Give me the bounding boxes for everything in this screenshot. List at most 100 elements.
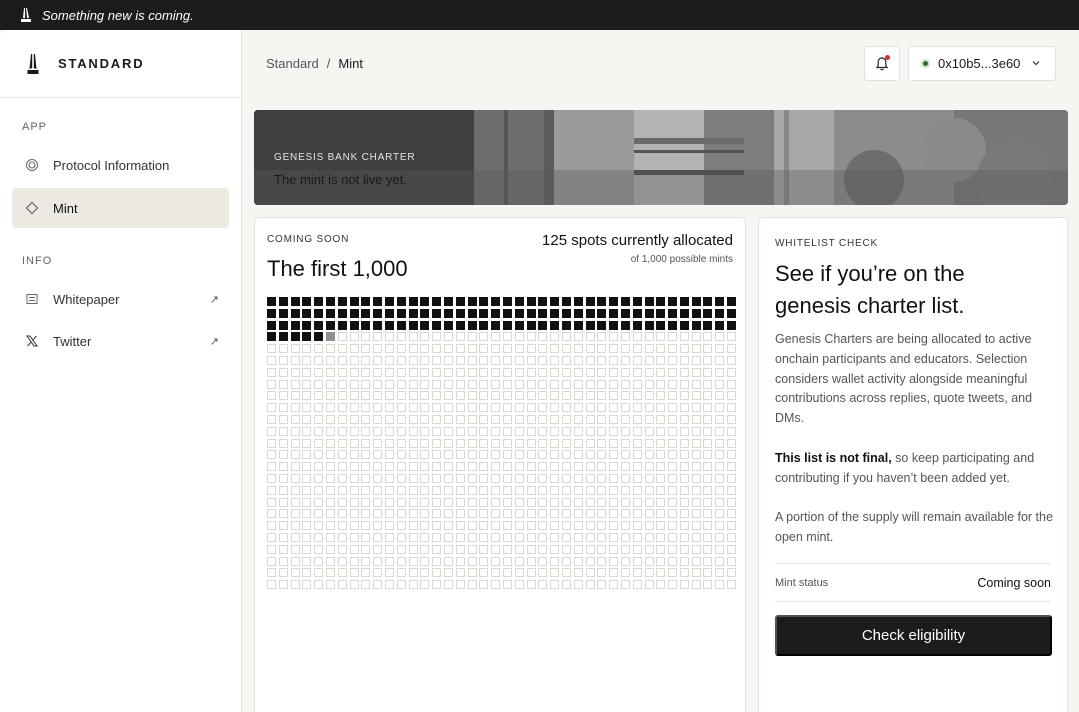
open-spot (538, 344, 548, 354)
allocated-spot (384, 297, 394, 306)
allocated-spot (325, 297, 335, 306)
open-spot (491, 367, 501, 377)
allocated-spot (526, 297, 536, 306)
check-eligibility-button[interactable]: Check eligibility (775, 615, 1052, 656)
open-spot (396, 462, 406, 472)
open-spot (691, 544, 701, 554)
open-spot (373, 462, 383, 472)
open-spot (597, 355, 607, 365)
wallet-address: 0x10b5...3e60 (938, 56, 1021, 71)
open-spot (679, 568, 689, 578)
open-spot (656, 497, 666, 507)
open-spot (361, 497, 371, 507)
open-spot (467, 355, 477, 365)
open-spot (349, 462, 359, 472)
open-spot (620, 532, 630, 542)
open-spot (585, 332, 595, 342)
open-spot (502, 485, 512, 495)
open-spot (585, 473, 595, 483)
open-spot (550, 426, 560, 436)
open-spot (715, 403, 725, 413)
open-spot (455, 391, 465, 401)
open-spot (514, 344, 524, 354)
allocated-spot (373, 320, 383, 330)
open-spot (384, 379, 394, 389)
allocated-spot (715, 308, 725, 318)
open-spot (668, 544, 678, 554)
allocated-spot (349, 297, 359, 306)
open-spot (550, 414, 560, 424)
open-spot (443, 391, 453, 401)
brand[interactable]: STANDARD (0, 30, 241, 98)
open-spot (278, 438, 288, 448)
open-spot (455, 580, 465, 590)
open-spot (585, 509, 595, 519)
sidebar-item-mint[interactable]: Mint (12, 188, 229, 228)
open-spot (373, 556, 383, 566)
open-spot (715, 473, 725, 483)
open-spot (644, 403, 654, 413)
open-spot (679, 391, 689, 401)
open-spot (573, 379, 583, 389)
allocated-spot (420, 320, 430, 330)
open-spot (502, 509, 512, 519)
open-spot (727, 509, 737, 519)
notifications-button[interactable] (864, 46, 900, 81)
open-spot (715, 532, 725, 542)
sidebar-item-protocol-information[interactable]: Protocol Information (12, 145, 229, 185)
open-spot (349, 426, 359, 436)
open-spot (632, 497, 642, 507)
open-spot (467, 521, 477, 531)
open-spot (727, 462, 737, 472)
allocation-title: The first 1,000 (267, 256, 408, 281)
open-spot (314, 414, 324, 424)
allocated-spot (691, 297, 701, 306)
wallet-button[interactable]: 0x10b5...3e60 (908, 46, 1056, 81)
open-spot (715, 462, 725, 472)
allocated-spot (302, 332, 312, 342)
open-spot (644, 438, 654, 448)
nav-section-info: INFO (22, 255, 53, 267)
open-spot (396, 355, 406, 365)
open-spot (361, 485, 371, 495)
sidebar-item-whitepaper[interactable]: Whitepaper ↗ (12, 279, 229, 319)
open-spot (479, 355, 489, 365)
open-spot (668, 438, 678, 448)
open-spot (491, 450, 501, 460)
allocated-spot (337, 308, 347, 318)
allocated-spot (420, 297, 430, 306)
open-spot (550, 485, 560, 495)
open-spot (302, 485, 312, 495)
x-logo-icon (24, 333, 40, 349)
sidebar-item-twitter[interactable]: Twitter ↗ (12, 321, 229, 361)
allocated-spot (691, 320, 701, 330)
open-spot (538, 355, 548, 365)
open-spot (314, 367, 324, 377)
open-spot (455, 403, 465, 413)
open-spot (502, 521, 512, 531)
open-spot (384, 544, 394, 554)
breadcrumb-root[interactable]: Standard (266, 56, 319, 71)
tower-logo-icon (27, 53, 39, 74)
open-spot (573, 355, 583, 365)
allocated-spot (561, 297, 571, 306)
open-spot (597, 473, 607, 483)
open-spot (609, 438, 619, 448)
open-spot (609, 426, 619, 436)
open-spot (267, 556, 276, 566)
open-spot (644, 391, 654, 401)
allocation-card: COMING SOON The first 1,000 125 spots cu… (254, 217, 746, 712)
open-spot (267, 580, 276, 590)
open-spot (408, 544, 418, 554)
open-spot (325, 379, 335, 389)
open-spot (290, 438, 300, 448)
open-spot (538, 403, 548, 413)
open-spot (656, 450, 666, 460)
open-spot (302, 509, 312, 519)
open-spot (432, 391, 442, 401)
open-spot (455, 544, 465, 554)
allocated-spot (703, 320, 713, 330)
open-spot (267, 497, 276, 507)
allocated-spot (349, 308, 359, 318)
open-spot (585, 426, 595, 436)
